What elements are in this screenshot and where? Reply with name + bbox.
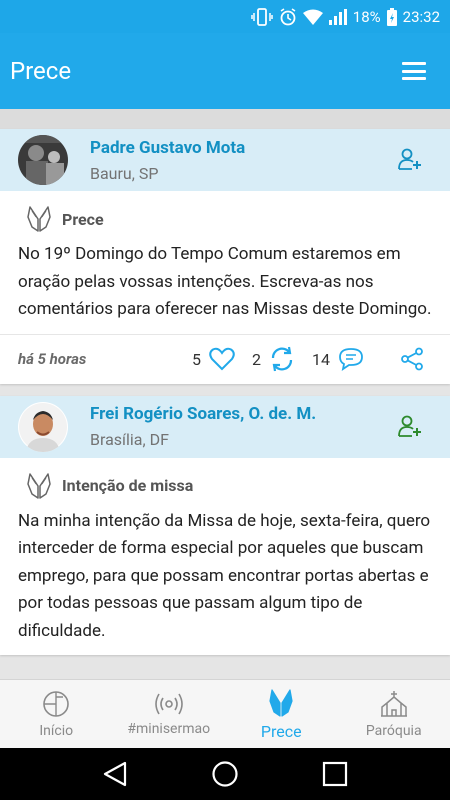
nav-item-paroquia[interactable]: Paróquia	[338, 680, 450, 748]
praying-hands-icon	[27, 472, 51, 499]
system-navigation-bar	[0, 748, 450, 800]
praying-hands-icon	[269, 688, 293, 717]
share-count: 2	[252, 349, 261, 369]
feed-top-divider	[0, 109, 450, 129]
author-name[interactable]: Frei Rogério Soares, O. de. M.	[90, 404, 316, 424]
like-button[interactable]: 5	[192, 347, 235, 371]
author-location: Bauru, SP	[90, 163, 159, 183]
repost-icon	[271, 346, 293, 372]
bottom-navigation: Início #minisermao Prece Paróquia	[0, 679, 450, 748]
comment-bubble-icon	[339, 348, 363, 371]
comment-button[interactable]: 14	[312, 347, 364, 371]
nav-label: Início	[39, 723, 74, 739]
share-link-button[interactable]	[400, 347, 424, 371]
nav-label: Paróquia	[365, 723, 422, 739]
app-bar: Prece	[0, 33, 450, 109]
nav-item-minisermao[interactable]: #minisermao	[113, 680, 226, 748]
follow-user-icon[interactable]	[398, 147, 422, 171]
post-card: Frei Rogério Soares, O. de. M. Brasília,…	[0, 395, 450, 655]
back-icon[interactable]	[101, 760, 129, 788]
post-type: Intenção de missa	[62, 476, 194, 495]
post-actions: há 5 horas 5 2 14	[0, 333, 450, 384]
praying-hands-icon	[27, 206, 51, 232]
recents-icon[interactable]	[321, 760, 349, 788]
menu-icon[interactable]	[402, 62, 426, 80]
vibrate-icon	[251, 7, 273, 26]
alarm-icon	[280, 7, 296, 25]
broadcast-icon	[154, 693, 183, 715]
post-type: Prece	[62, 209, 104, 229]
comment-count: 14	[312, 349, 330, 369]
page-title: Prece	[10, 57, 72, 85]
share-icon	[401, 347, 423, 371]
avatar[interactable]	[18, 135, 68, 185]
post-header[interactable]: Frei Rogério Soares, O. de. M. Brasília,…	[0, 395, 450, 458]
church-icon	[380, 691, 407, 717]
author-location: Brasília, DF	[90, 430, 169, 449]
author-name[interactable]: Padre Gustavo Mota	[90, 138, 245, 158]
post-time: há 5 horas	[18, 350, 87, 368]
nav-label: Prece	[260, 721, 302, 741]
share-button[interactable]: 2	[252, 346, 295, 372]
post-header[interactable]: Padre Gustavo Mota Bauru, SP	[0, 129, 450, 191]
follow-user-icon[interactable]	[398, 414, 422, 438]
nav-item-prece[interactable]: Prece	[225, 680, 338, 748]
feed[interactable]: Padre Gustavo Mota Bauru, SP Prece No 19…	[0, 109, 450, 679]
battery-percent: 18%	[352, 7, 381, 26]
post-card: Padre Gustavo Mota Bauru, SP Prece No 19…	[0, 129, 450, 384]
signal-icon	[328, 8, 347, 25]
battery-charging-icon	[386, 7, 397, 26]
like-count: 5	[192, 349, 201, 369]
home-globe-icon	[43, 691, 70, 717]
status-bar: 18% 23:32	[0, 0, 450, 33]
nav-label: #minisermao	[127, 721, 211, 737]
wifi-icon	[302, 9, 323, 25]
post-text: No 19º Domingo do Tempo Comum estaremos …	[18, 244, 432, 319]
avatar[interactable]	[18, 401, 68, 452]
post-text: Na minha intenção da Missa de hoje, sext…	[18, 510, 431, 641]
heart-icon	[209, 347, 235, 371]
clock: 23:32	[402, 7, 440, 26]
home-icon[interactable]	[211, 760, 239, 788]
nav-item-inicio[interactable]: Início	[0, 680, 113, 748]
